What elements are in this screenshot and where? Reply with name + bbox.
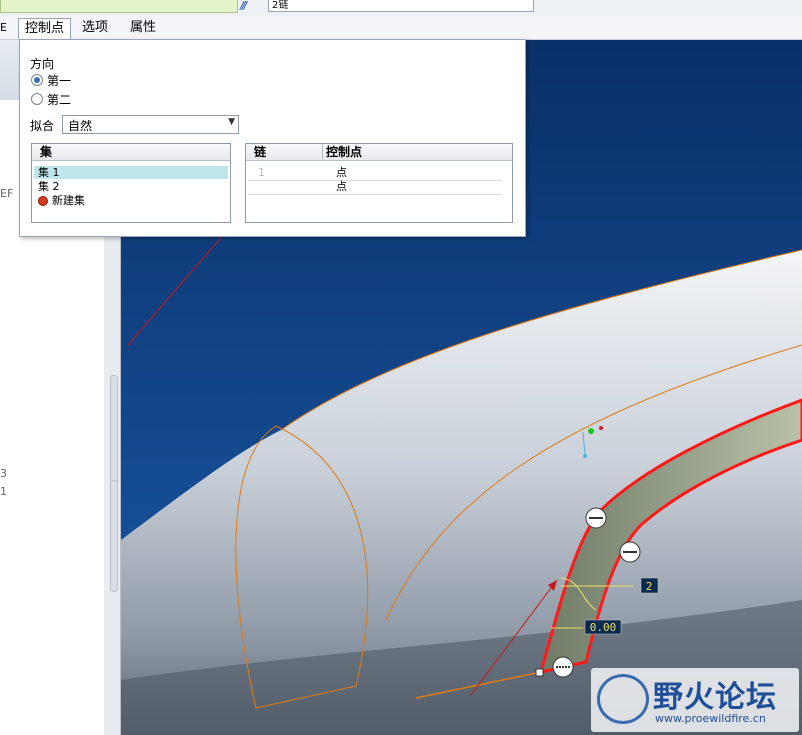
splitter-grip-lower[interactable] — [110, 480, 118, 592]
chain-row-2[interactable]: 点 — [248, 180, 510, 193]
dashboard-tabs: E 控制点 选项 属性 — [0, 16, 802, 40]
sets-list-header: 集 — [32, 144, 230, 161]
new-set-icon — [38, 196, 48, 206]
axis-y-marker — [583, 454, 587, 458]
top-strip: /// 2链 — [0, 0, 802, 16]
tab-fragment-label: E — [0, 21, 7, 34]
forum-watermark: 野火论坛 www.proewildfire.cn — [591, 668, 799, 732]
sets-list: 集 集 1 集 2 新建集 — [31, 143, 231, 223]
col-divider — [322, 144, 323, 160]
set-item-2-label: 集 2 — [38, 180, 60, 193]
radio-second-label: 第二 — [47, 93, 72, 107]
chain-row-2-point: 点 — [336, 180, 347, 193]
radio-first-label: 第一 — [47, 74, 72, 88]
chain-table-header: 链 控制点 — [246, 144, 512, 161]
axis-origin-marker — [588, 428, 594, 434]
tab-properties[interactable]: 属性 — [124, 18, 162, 38]
forum-logo-icon — [597, 674, 649, 724]
set-item-1[interactable]: 集 1 — [34, 166, 228, 179]
watermark-url: www.proewildfire.cn — [655, 712, 766, 725]
fit-dropdown-value: 自然 — [68, 119, 93, 133]
set-item-2[interactable]: 集 2 — [34, 180, 228, 193]
splitter-grip[interactable] — [110, 375, 118, 487]
tree-fragment-3: 3 — [0, 467, 7, 480]
new-set-item[interactable]: 新建集 — [34, 194, 228, 207]
tree-fragment-1: 1 — [0, 485, 7, 498]
radio-first-direction[interactable] — [31, 74, 43, 86]
col-chain: 链 — [254, 145, 267, 159]
tab-options[interactable]: 选项 — [76, 18, 114, 38]
row-separator — [248, 194, 502, 195]
sets-header-label: 集 — [40, 145, 53, 159]
axis-x-marker — [599, 426, 603, 430]
fit-label: 拟合 — [30, 119, 55, 133]
chain-control-point-table: 链 控制点 1 点 点 — [245, 143, 513, 223]
chain-row-1[interactable]: 1 点 — [248, 166, 510, 179]
watermark-title: 野火论坛 — [653, 680, 777, 715]
direction-label: 方向 — [30, 57, 55, 71]
control-points-panel: 方向 第一 第二 拟合 自然 ▼ 集 集 1 集 2 新建集 链 控制点 1 点… — [19, 39, 526, 237]
set-item-1-label: 集 1 — [38, 166, 60, 179]
tab-references[interactable]: E — [0, 18, 10, 38]
dim-label-2: 2 — [646, 580, 653, 593]
fit-dropdown[interactable]: 自然 ▼ — [62, 115, 239, 134]
chain-row-1-point: 点 — [336, 166, 347, 179]
chain-collector-field[interactable]: 2链 — [268, 0, 534, 12]
new-set-label: 新建集 — [52, 194, 85, 207]
anchor-point — [535, 668, 544, 677]
tree-fragment-ef: EF — [0, 187, 14, 200]
dim-label-000: 0.00 — [590, 621, 617, 634]
chevron-down-icon: ▼ — [228, 117, 235, 127]
chain-row-1-chain: 1 — [258, 166, 265, 179]
col-control-point: 控制点 — [326, 145, 363, 159]
radio-second-direction[interactable] — [31, 93, 43, 105]
chain-icon: /// — [240, 0, 247, 12]
previous-field[interactable] — [0, 0, 238, 13]
tab-control-points[interactable]: 控制点 — [18, 18, 72, 39]
